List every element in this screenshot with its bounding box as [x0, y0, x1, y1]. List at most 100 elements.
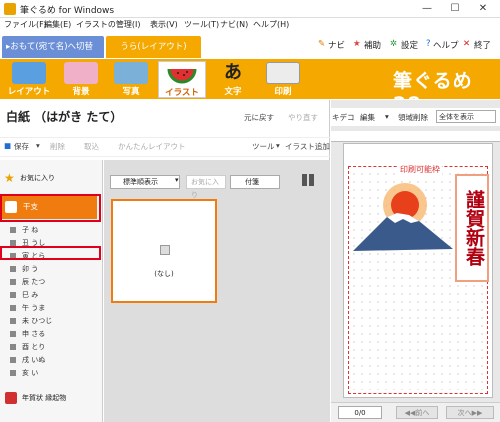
printer-icon — [266, 62, 300, 84]
calligraphy-icon: あ — [224, 62, 242, 83]
list-item[interactable]: 卯 う — [0, 262, 97, 276]
list-item[interactable]: 亥 い — [0, 366, 97, 380]
list-item-label: 巳 み — [22, 291, 39, 299]
attach-select[interactable]: 付箋 — [230, 175, 280, 189]
favorite-icon: ★ — [4, 171, 15, 185]
ribbon-illust-label: イラスト — [165, 88, 199, 98]
menu-help[interactable]: ヘルプ(H) — [253, 19, 289, 30]
ribbon-background-label: 背景 — [72, 87, 90, 97]
list-item[interactable]: 巳 み — [0, 288, 97, 302]
ribbon-photo-label: 写真 — [122, 87, 140, 97]
maximize-button[interactable]: ☐ — [442, 0, 468, 18]
minimize-button[interactable]: — — [414, 0, 440, 18]
image-icon — [160, 245, 170, 255]
menu-illust-manage[interactable]: イラストの管理(I) — [76, 19, 140, 30]
save-button[interactable]: 保存 — [14, 141, 29, 152]
simple-layout-button[interactable]: かんたんレイアウト — [118, 141, 186, 152]
ribbon-layout-label: レイアウト — [7, 87, 51, 97]
help-button[interactable]: ヘルプ — [433, 39, 459, 51]
navi-icon: ✎ — [318, 39, 326, 49]
edit-dropdown-icon[interactable]: ▾ — [385, 112, 389, 121]
assist-button[interactable]: 補助 — [364, 39, 381, 51]
highlight-frame — [0, 194, 101, 222]
window-title: 筆ぐるめ for Windows — [20, 6, 115, 16]
menu-navi[interactable]: ナビ(N) — [220, 19, 248, 30]
tools-button[interactable]: ツール — [252, 141, 275, 152]
prev-page-button[interactable]: ◀◀前へ — [396, 406, 438, 419]
star-icon: ★ — [353, 39, 361, 49]
thumbnail-label: (なし) — [154, 270, 174, 278]
menu-file[interactable]: ファイル(F) — [4, 19, 47, 30]
switch-to-front-tab[interactable]: ▸おもて(宛て名)へ切替 — [2, 36, 104, 58]
list-item-label: 子 ね — [22, 226, 39, 234]
import-button[interactable]: 取込 — [84, 141, 99, 152]
ribbon-text-label: 文字 — [224, 87, 242, 97]
list-item[interactable]: 子 ね — [0, 223, 97, 237]
save-icon: ■ — [4, 141, 12, 150]
title-bar: 筆ぐるめ for Windows — ☐ ✕ — [0, 0, 500, 18]
category-nenga-label: 年賀状 縁起物 — [22, 394, 67, 402]
navi-button[interactable]: ナビ — [328, 39, 345, 51]
save-dropdown-icon[interactable]: ▾ — [36, 141, 40, 150]
question-icon: ? — [426, 39, 431, 49]
list-item-label: 辰 たつ — [22, 278, 46, 286]
list-item-label: 未 ひつじ — [22, 317, 53, 325]
category-nenga[interactable]: 年賀状 縁起物 — [0, 388, 100, 408]
ribbon-photo[interactable]: 写真 — [108, 61, 154, 98]
background-icon — [64, 62, 98, 84]
menu-bar: ファイル(F) 編集(E) イラストの管理(I) 表示(V) ツール(T) ナビ… — [0, 18, 500, 32]
watermelon-icon — [165, 63, 199, 85]
sort-select[interactable]: 標準順表示 — [110, 175, 180, 189]
redo-button[interactable]: やり直す — [288, 112, 318, 123]
menu-view[interactable]: 表示(V) — [150, 19, 178, 30]
page-number: 0/0 — [338, 406, 382, 419]
next-page-button[interactable]: 次へ▶▶ — [446, 406, 494, 419]
highlight-frame — [0, 246, 101, 260]
illust-thumbnail[interactable]: (なし) — [111, 199, 217, 303]
list-item[interactable]: 午 うま — [0, 301, 97, 315]
paper-title: 白紙 （はがき たて） — [6, 110, 123, 124]
deco-button[interactable]: キデコ — [332, 112, 355, 123]
back-layout-tab[interactable]: うら(レイアウト) — [106, 36, 201, 58]
ribbon-print[interactable]: 印刷 — [260, 61, 306, 98]
edit-button[interactable]: 編集 — [360, 112, 375, 123]
category-favorite[interactable]: ★ お気に入り — [0, 167, 100, 189]
delete-button[interactable]: 削除 — [50, 141, 65, 152]
exit-button[interactable]: 終了 — [474, 39, 491, 51]
tools-dropdown-icon[interactable]: ▾ — [276, 141, 280, 150]
print-area-label: 印刷可能枠 — [398, 164, 442, 175]
zoom-select[interactable]: 全体を表示 — [436, 110, 496, 123]
menu-tools[interactable]: ツール(T) — [184, 19, 219, 30]
ribbon-background[interactable]: 背景 — [58, 61, 104, 98]
ruler — [331, 131, 500, 142]
sort-dropdown-icon[interactable]: ▾ — [175, 176, 179, 184]
close-window-button[interactable]: ✕ — [470, 0, 496, 18]
list-item[interactable]: 申 さる — [0, 327, 97, 341]
list-item-label: 酉 とり — [22, 343, 46, 351]
menu-edit[interactable]: 編集(E) — [44, 19, 71, 30]
ribbon-layout[interactable]: レイアウト — [6, 61, 52, 98]
favorite-filter[interactable]: お気に入り — [186, 175, 226, 199]
greeting-text[interactable]: 謹賀新春 — [455, 174, 489, 282]
list-item[interactable]: 辰 たつ — [0, 275, 97, 289]
ribbon-text[interactable]: あ 文字 — [210, 61, 256, 98]
gear-icon: ✲ — [390, 39, 398, 49]
settings-button[interactable]: 設定 — [401, 39, 418, 51]
list-item-label: 午 うま — [22, 304, 46, 312]
list-item-label: 戌 いぬ — [22, 356, 46, 364]
mount-fuji-illust[interactable] — [353, 179, 453, 259]
ribbon-print-label: 印刷 — [274, 87, 292, 97]
undo-button[interactable]: 元に戻す — [244, 112, 274, 123]
list-item[interactable]: 戌 いぬ — [0, 353, 97, 367]
grid-view-icon[interactable] — [302, 174, 314, 186]
list-item[interactable]: 未 ひつじ — [0, 314, 97, 328]
close-icon: ✕ — [463, 39, 471, 49]
list-item-label: 申 さる — [22, 330, 46, 338]
list-item[interactable]: 酉 とり — [0, 340, 97, 354]
list-item-label: 卯 う — [22, 265, 39, 273]
ribbon-illust[interactable]: イラスト — [158, 61, 206, 98]
add-illust-button[interactable]: イラスト追加 — [285, 141, 330, 152]
photo-icon — [114, 62, 148, 84]
app-icon — [4, 3, 16, 15]
delete-area-button[interactable]: 領域削除 — [398, 112, 428, 123]
